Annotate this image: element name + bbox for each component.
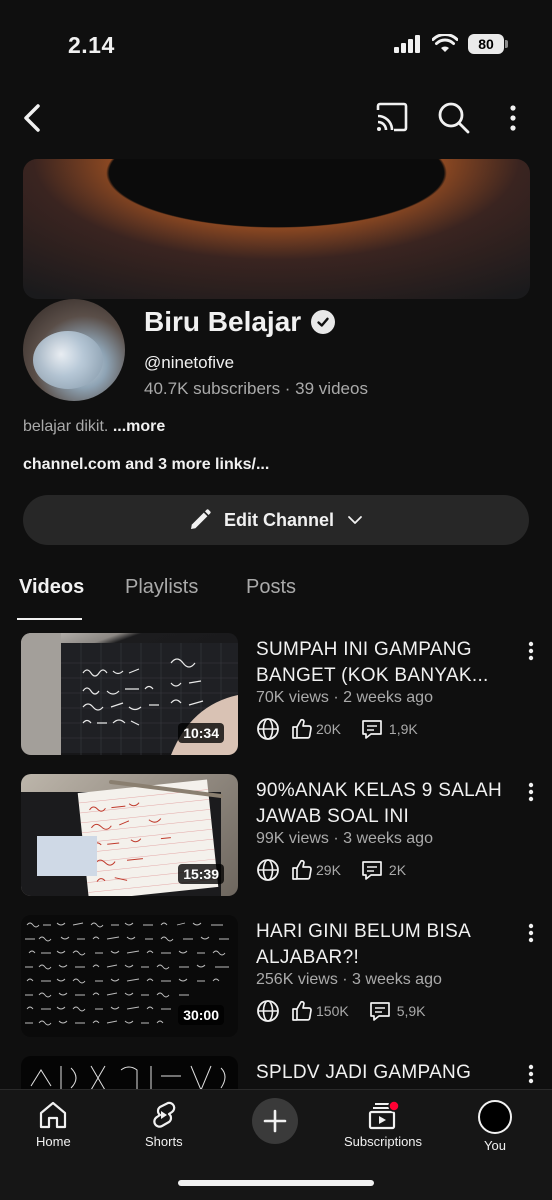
video-stats-row: 20K 1,9K <box>256 717 418 741</box>
channel-stats: 40.7K subscribers · 39 videos <box>144 379 368 398</box>
nav-shorts[interactable]: Shorts <box>145 1100 183 1149</box>
comment-count: 1,9K <box>388 721 418 737</box>
top-navigation <box>0 96 552 138</box>
comment-icon <box>362 720 382 739</box>
more-vertical-icon[interactable] <box>522 921 540 947</box>
globe-icon <box>257 1000 279 1022</box>
video-title[interactable]: HARI GINI BELUM BISA ALJABAR?! <box>256 919 514 971</box>
video-title[interactable]: SUMPAH INI GAMPANG BANGET (KOK BANYAK... <box>256 637 514 689</box>
plus-icon <box>263 1109 287 1133</box>
thumbs-up-icon <box>292 718 312 739</box>
nav-you[interactable]: You <box>478 1100 512 1153</box>
wifi-icon <box>432 34 458 52</box>
more-vertical-icon[interactable] <box>522 639 540 665</box>
status-bar: 2.14 80 <box>0 0 552 86</box>
chevron-left-icon[interactable] <box>18 98 48 138</box>
channel-banner <box>23 159 530 299</box>
globe-icon <box>257 859 279 881</box>
likes-group: 20K <box>290 717 341 741</box>
channel-links[interactable]: channel.com and 3 more links/... <box>23 456 269 474</box>
channel-name: Biru Belajar <box>144 306 302 337</box>
cast-icon[interactable] <box>374 98 410 136</box>
video-title[interactable]: 90%ANAK KELAS 9 SALAH JAWAB SOAL INI <box>256 778 514 830</box>
comment-icon <box>369 1002 390 1021</box>
edit-channel-button[interactable]: Edit Channel <box>23 495 529 545</box>
comment-icon <box>362 861 382 880</box>
video-item[interactable]: 10:34 SUMPAH INI GAMPANG BANGET (KOK BAN… <box>0 633 552 757</box>
signal-icon <box>394 35 420 53</box>
video-thumbnail[interactable]: 30:00 <box>21 915 238 1037</box>
channel-tabs: Videos Playlists Posts <box>0 566 552 622</box>
channel-avatar[interactable] <box>23 299 125 401</box>
description-more-link[interactable]: ...more <box>113 418 165 435</box>
like-count: 150K <box>316 1003 349 1019</box>
channel-handle: @ninetofive <box>144 353 235 372</box>
thumbs-up-icon <box>292 1000 312 1021</box>
video-thumbnail[interactable]: 10:34 <box>21 633 238 755</box>
more-vertical-icon[interactable] <box>522 1062 540 1088</box>
chevron-down-icon <box>348 516 362 524</box>
video-meta: 256K views · 3 weeks ago <box>256 971 442 988</box>
channel-description[interactable]: belajar dikit. ...more <box>23 418 165 436</box>
likes-group: 150K <box>290 999 349 1023</box>
video-stats-row: 29K 2K <box>256 858 406 882</box>
tab-posts[interactable]: Posts <box>246 576 296 599</box>
nav-home-label: Home <box>36 1134 71 1149</box>
subscriptions-icon <box>368 1100 400 1130</box>
comments-group: 5,9K <box>369 1000 426 1022</box>
thumbs-up-icon <box>292 859 312 880</box>
home-icon <box>40 1101 67 1129</box>
description-text: belajar dikit. <box>23 418 109 435</box>
pencil-icon <box>190 509 211 529</box>
comments-group: 2K <box>361 859 406 881</box>
profile-avatar-icon <box>478 1100 512 1134</box>
comment-count: 2K <box>388 862 407 878</box>
video-duration: 10:34 <box>178 723 224 743</box>
video-meta: 70K views · 2 weeks ago <box>256 689 433 706</box>
battery-indicator: 80 <box>468 34 508 54</box>
tab-playlists[interactable]: Playlists <box>125 576 198 599</box>
video-item[interactable]: 30:00 HARI GINI BELUM BISA ALJABAR?! 256… <box>0 915 552 1039</box>
comment-count: 5,9K <box>396 1003 426 1019</box>
nav-shorts-label: Shorts <box>145 1134 183 1149</box>
channel-name-row: Biru Belajar <box>144 306 336 338</box>
status-time: 2.14 <box>68 32 115 58</box>
more-vertical-icon[interactable] <box>500 98 526 136</box>
active-tab-indicator <box>17 618 82 620</box>
nav-subscriptions-label: Subscriptions <box>344 1134 423 1149</box>
search-icon[interactable] <box>436 98 472 136</box>
home-indicator <box>178 1180 374 1186</box>
nav-you-label: You <box>484 1138 506 1153</box>
verified-badge-icon <box>311 310 336 334</box>
shorts-icon <box>153 1101 176 1128</box>
status-icons: 80 <box>394 34 508 54</box>
comments-group: 1,9K <box>361 718 418 740</box>
tab-videos[interactable]: Videos <box>19 576 84 599</box>
create-button[interactable] <box>252 1098 298 1144</box>
likes-group: 29K <box>290 858 341 882</box>
video-meta: 99K views · 3 weeks ago <box>256 830 433 847</box>
nav-home[interactable]: Home <box>36 1100 71 1149</box>
like-count: 20K <box>316 721 341 737</box>
video-item[interactable]: 15:39 90%ANAK KELAS 9 SALAH JAWAB SOAL I… <box>0 774 552 898</box>
video-stats-row: 150K 5,9K <box>256 999 426 1023</box>
video-duration: 15:39 <box>178 864 224 884</box>
nav-subscriptions[interactable]: Subscriptions <box>344 1100 422 1149</box>
video-thumbnail[interactable]: 15:39 <box>21 774 238 896</box>
edit-channel-label: Edit Channel <box>223 509 334 530</box>
globe-icon <box>257 718 279 740</box>
more-vertical-icon[interactable] <box>522 780 540 806</box>
video-duration: 30:00 <box>178 1005 224 1025</box>
like-count: 29K <box>316 862 341 878</box>
